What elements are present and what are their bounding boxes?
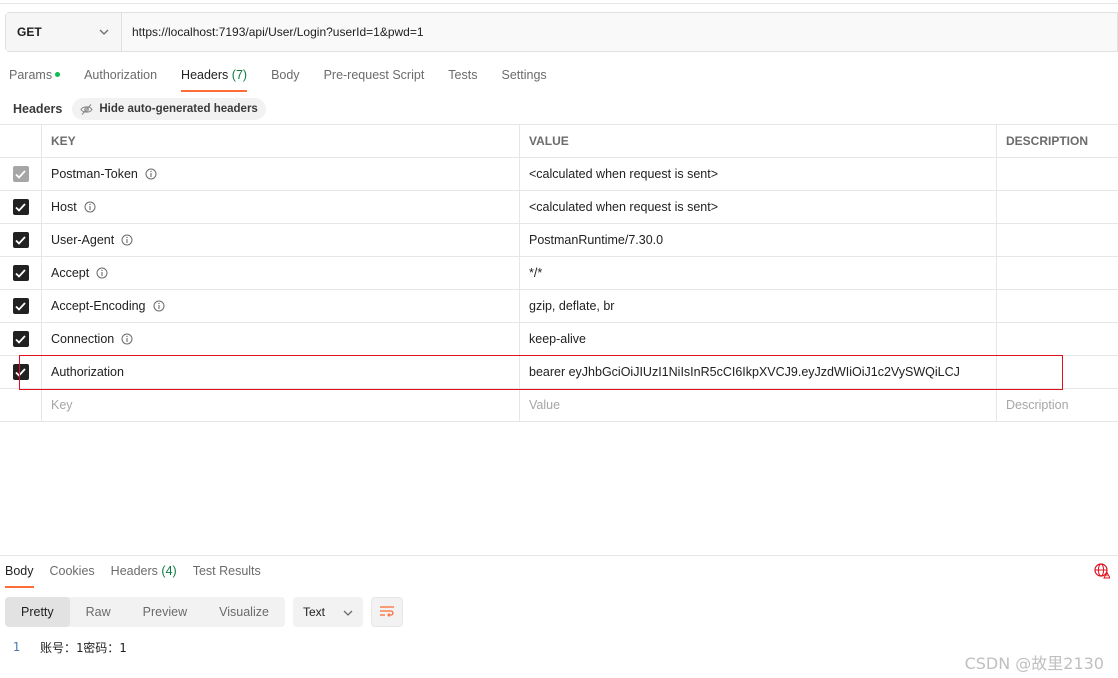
header-key: User-Agent [51,233,115,247]
line-number: 1 [12,640,20,654]
row-checkbox[interactable] [12,265,29,281]
headers-count: (7) [231,68,248,82]
header-key: Accept [51,266,90,280]
tab-pre-request-script[interactable]: Pre-request Script [324,66,425,92]
request-tabs: Params Authorization Headers (7) Body Pr… [9,66,571,92]
hide-auto-headers-button[interactable]: Hide auto-generated headers [72,98,266,120]
view-raw-button[interactable]: Raw [70,597,127,627]
row-checkbox[interactable] [12,232,29,248]
response-tab-cookies[interactable]: Cookies [50,562,95,588]
view-preview-button[interactable]: Preview [127,597,203,627]
header-value: PostmanRuntime/7.30.0 [529,233,664,247]
new-key-input[interactable]: Key [42,389,520,421]
url-text: https://localhost:7193/api/User/Login?us… [132,25,424,39]
url-bar: GET https://localhost:7193/api/User/Logi… [5,12,1118,52]
header-key: Accept-Encoding [51,299,146,313]
wrap-lines-icon [379,605,395,620]
table-header-row: KEY VALUE DESCRIPTION [0,125,1118,158]
row-checkbox[interactable] [12,298,29,314]
format-select[interactable]: Text [292,597,363,627]
top-divider [0,3,1118,4]
headers-table: KEY VALUE DESCRIPTION Postman-Token <cal… [0,124,1118,422]
table-row: Accept-Encoding gzip, deflate, br [0,290,1118,323]
tab-params[interactable]: Params [9,66,61,92]
header-key: Authorization [51,365,124,379]
info-icon[interactable] [84,201,96,213]
header-key: Host [51,200,77,214]
header-value: <calculated when request is sent> [529,167,719,181]
row-checkbox[interactable] [12,331,29,347]
method-label: GET [17,25,42,39]
response-divider [0,555,1118,556]
row-checkbox[interactable] [12,199,29,215]
response-toolbar: Pretty Raw Preview Visualize Text [5,596,403,628]
chevron-down-icon [343,605,353,619]
table-row-authorization: Authorization bearer eyJhbGciOiJIUzI1NiI… [0,356,1118,389]
watermark: CSDN @故里2130 [964,654,1104,673]
column-header-value: VALUE [520,125,997,157]
row-checkbox[interactable] [12,364,29,380]
table-row-new: Key Value Description [0,389,1118,422]
header-value: */* [529,266,543,280]
description-placeholder: Description [1006,398,1069,412]
info-icon[interactable] [153,300,165,312]
headers-label: Headers [13,102,63,116]
tab-authorization[interactable]: Authorization [84,66,157,92]
table-row: Connection keep-alive [0,323,1118,356]
response-tab-body[interactable]: Body [5,562,34,588]
column-header-key: KEY [42,125,520,157]
headers-subheader: Headers Hide auto-generated headers [13,98,266,120]
response-content: 账号：1密码：1 [40,640,127,655]
table-row: User-Agent PostmanRuntime/7.30.0 [0,224,1118,257]
view-mode-group: Pretty Raw Preview Visualize [5,597,285,627]
info-icon[interactable] [96,267,108,279]
header-value: gzip, deflate, br [529,299,615,313]
chevron-down-icon [97,25,111,39]
column-header-description: DESCRIPTION [1006,134,1089,148]
tab-headers[interactable]: Headers (7) [181,66,248,92]
info-icon[interactable] [121,333,133,345]
response-body[interactable]: 1 账号：1密码：1 [0,638,127,656]
header-value: bearer eyJhbGciOiJIUzI1NiIsInR5cCI6IkpXV… [529,365,960,379]
response-tab-headers[interactable]: Headers (4) [111,562,177,588]
value-placeholder: Value [529,398,561,412]
response-tab-test-results[interactable]: Test Results [193,562,261,588]
tab-settings[interactable]: Settings [501,66,546,92]
info-icon[interactable] [121,234,133,246]
tab-tests[interactable]: Tests [448,66,477,92]
table-row: Accept */* [0,257,1118,290]
view-pretty-button[interactable]: Pretty [5,597,70,627]
tab-body[interactable]: Body [271,66,300,92]
response-tabs: Body Cookies Headers (4) Test Results [5,562,277,588]
eye-off-icon [80,103,93,116]
header-value: <calculated when request is sent> [529,200,719,214]
header-key: Postman-Token [51,167,138,181]
response-headers-count: (4) [161,564,177,578]
table-row: Postman-Token <calculated when request i… [0,158,1118,191]
method-select[interactable]: GET [6,13,122,51]
key-placeholder: Key [51,398,73,412]
row-checkbox[interactable] [12,166,29,182]
table-row: Host <calculated when request is sent> [0,191,1118,224]
params-indicator-dot [55,72,61,78]
new-value-input[interactable]: Value [520,389,997,421]
url-input[interactable]: https://localhost:7193/api/User/Login?us… [122,13,1117,51]
new-description-input[interactable]: Description [997,389,1118,421]
wrap-lines-button[interactable] [370,597,403,627]
header-key: Connection [51,332,115,346]
network-error-globe-icon[interactable] [1094,563,1111,579]
format-label: Text [302,605,325,619]
view-visualize-button[interactable]: Visualize [203,597,285,627]
header-value: keep-alive [529,332,586,346]
info-icon[interactable] [145,168,157,180]
hide-auto-headers-label: Hide auto-generated headers [99,103,258,115]
